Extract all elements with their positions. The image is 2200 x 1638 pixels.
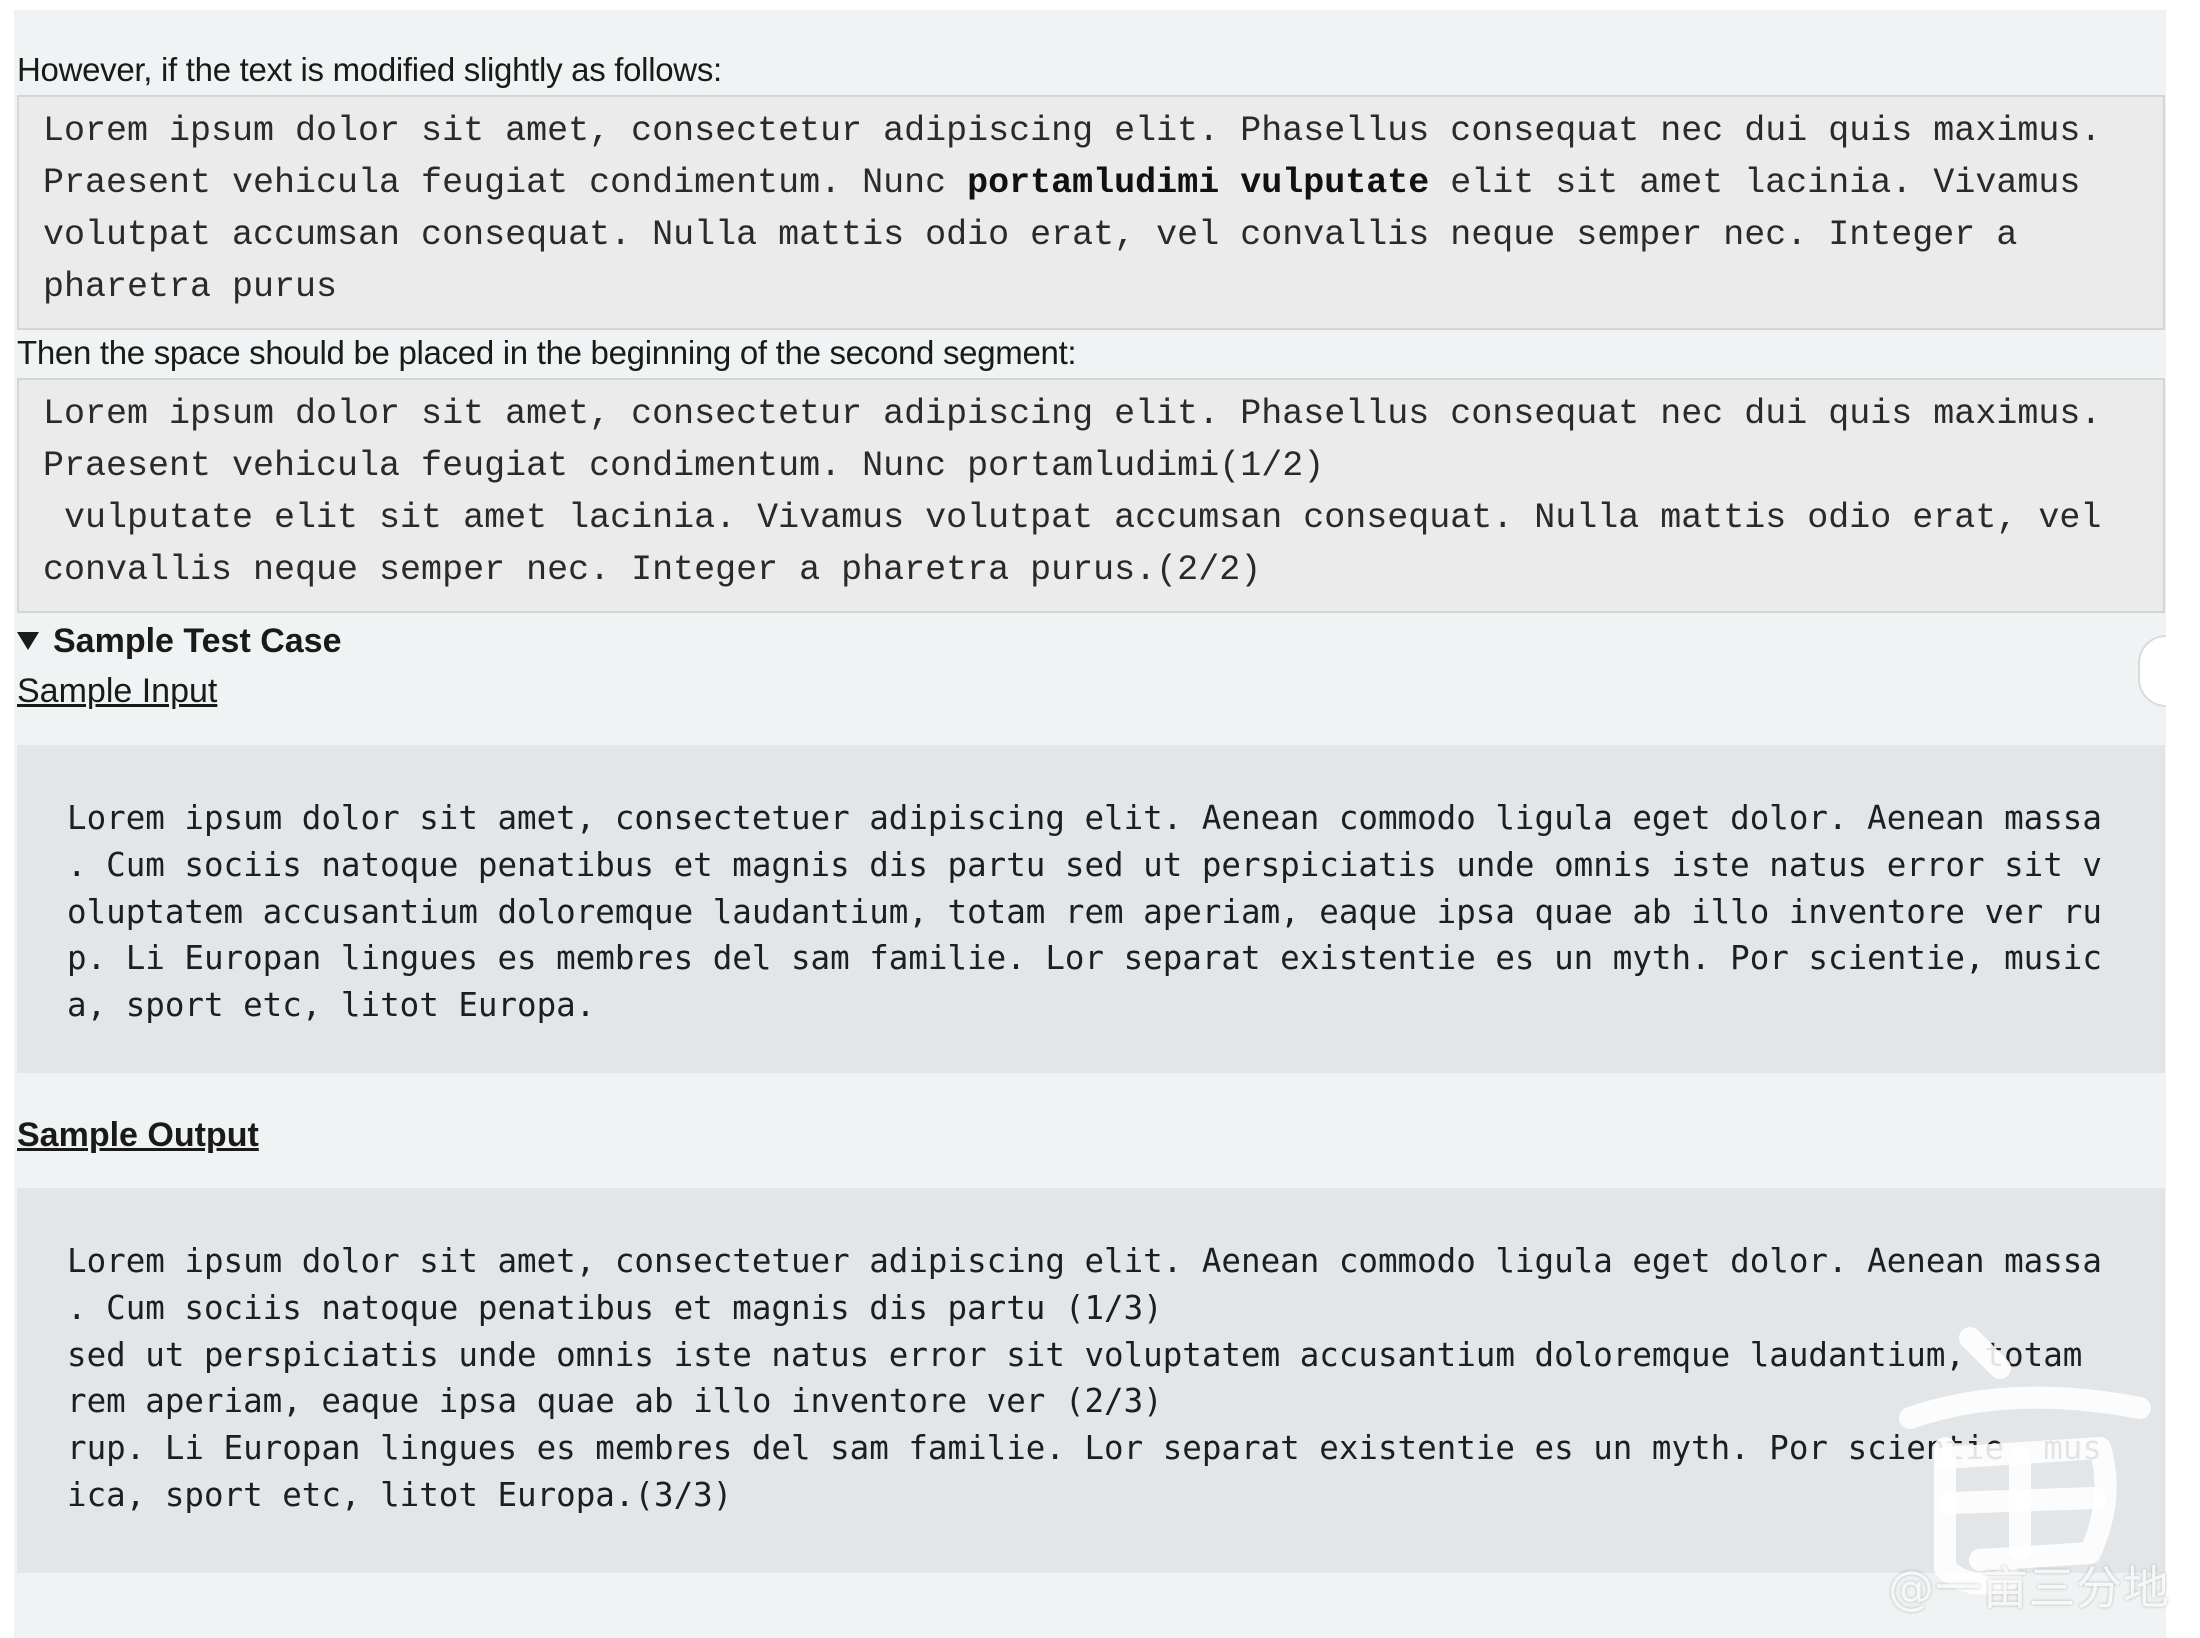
code-run: elit sit amet lacinia. Vivamus: [1429, 163, 2081, 203]
problem-page: However, if the text is modified slightl…: [14, 10, 2166, 1638]
example-modified-text-block: Lorem ipsum dolor sit amet, consectetur …: [17, 95, 2165, 330]
code-line: Praesent vehicula feugiat condimentum. N…: [43, 446, 1325, 486]
code-run: volutpat accumsan consequat. Nulla matti…: [43, 215, 2018, 255]
sample-output-block: Lorem ipsum dolor sit amet, consectetuer…: [17, 1188, 2165, 1573]
sample-input-line: Lorem ipsum dolor sit amet, consectetuer…: [67, 799, 2102, 837]
code-line: Lorem ipsum dolor sit amet, consectetur …: [43, 394, 2102, 434]
intro-paragraph: However, if the text is modified slightl…: [17, 51, 722, 88]
sample-input-line: . Cum sociis natoque penatibus et magnis…: [67, 845, 2102, 884]
code-run: pharetra purus: [43, 267, 338, 307]
code-run: Praesent vehicula feugiat condimentum. N…: [43, 163, 968, 203]
sample-output-line: Lorem ipsum dolor sit amet, consectetuer…: [67, 1242, 2102, 1280]
sample-input-line: a, sport etc, litot Europa.: [67, 986, 596, 1025]
sample-output-line: ica, sport etc, litot Europa.(3/3): [67, 1475, 733, 1514]
code-line: volutpat accumsan consequat. Nulla matti…: [43, 209, 2139, 261]
sample-output-line: rup. Li Europan lingues es membres del s…: [67, 1429, 2102, 1468]
code-line: convallis neque semper nec. Integer a ph…: [43, 550, 1262, 590]
sample-test-case-toggle[interactable]: Sample Test Case: [17, 617, 342, 665]
code-line: pharetra purus: [43, 261, 2139, 313]
sample-input-line: oluptatem accusantium doloremque laudant…: [67, 892, 2102, 931]
sample-input-block: Lorem ipsum dolor sit amet, consectetuer…: [17, 745, 2165, 1073]
sample-input-link[interactable]: Sample Input: [17, 667, 217, 715]
triangle-down-icon: [17, 632, 39, 650]
then-paragraph: Then the space should be placed in the b…: [17, 334, 1077, 371]
example-segmented-text-block: Lorem ipsum dolor sit amet, consectetur …: [17, 378, 2165, 613]
code-bold-run: portamludimi vulputate: [967, 163, 1430, 203]
sample-input-line: p. Li Europan lingues es membres del sam…: [67, 939, 2102, 978]
sample-test-case-label: Sample Test Case: [53, 622, 342, 660]
sample-output-line: rem aperiam, eaque ipsa quae ab illo inv…: [67, 1382, 1163, 1421]
sample-output-line: sed ut perspiciatis unde omnis iste natu…: [67, 1335, 2083, 1374]
sample-output-link[interactable]: Sample Output: [17, 1111, 259, 1159]
code-line: Lorem ipsum dolor sit amet, consectetur …: [43, 105, 2139, 157]
code-run: Lorem ipsum dolor sit amet, consectetur …: [43, 111, 2102, 151]
code-line: vulputate elit sit amet lacinia. Vivamus…: [43, 498, 2102, 538]
sample-output-line: . Cum sociis natoque penatibus et magnis…: [67, 1288, 1163, 1327]
scroll-handle[interactable]: [2138, 635, 2166, 707]
code-line: Praesent vehicula feugiat condimentum. N…: [43, 157, 2139, 209]
